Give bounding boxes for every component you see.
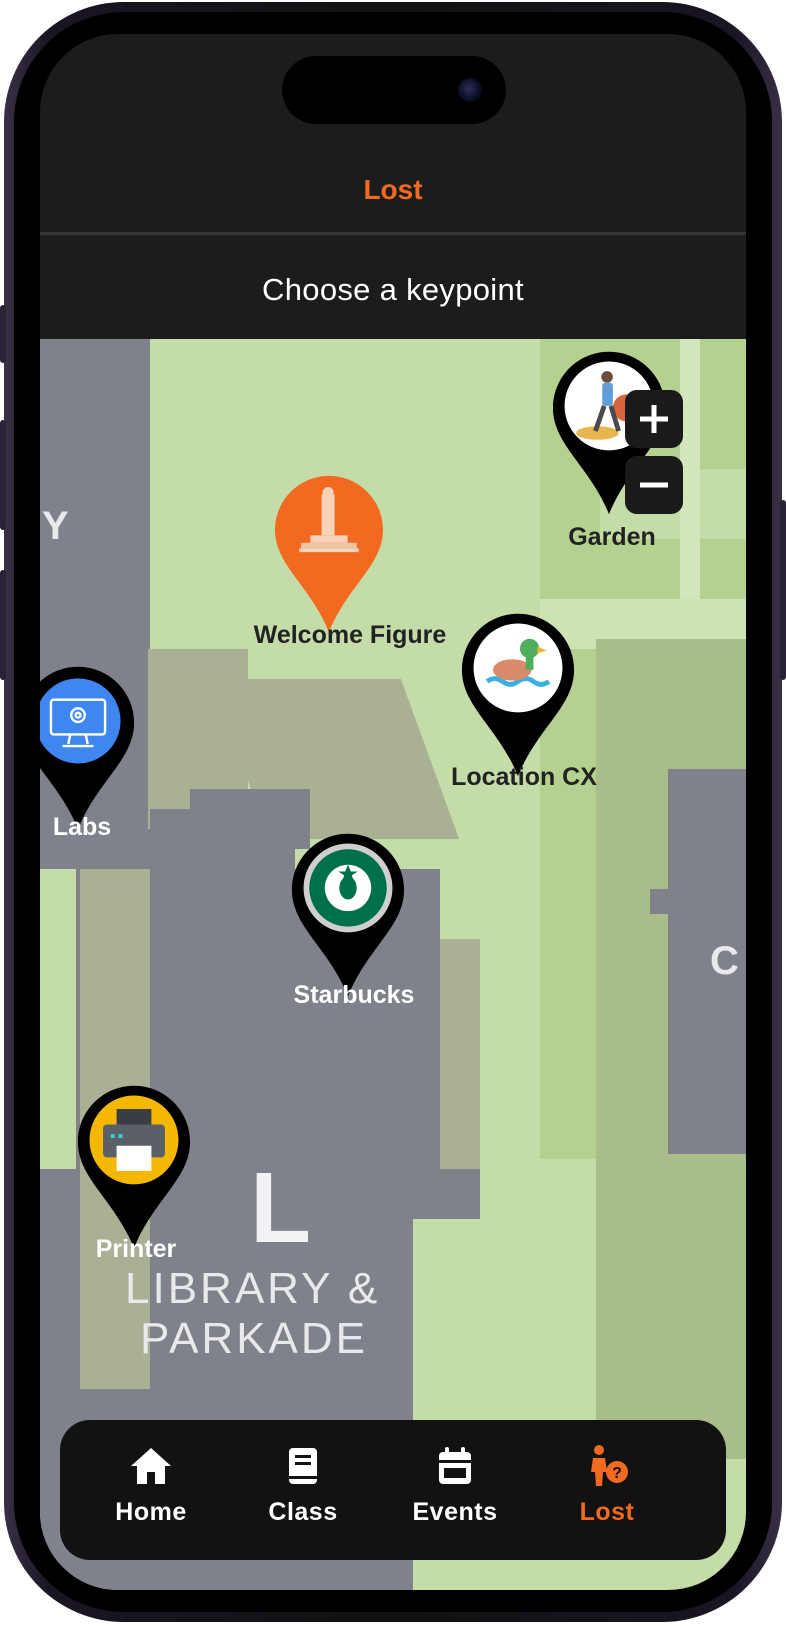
library-label-line1: LIBRARY & [125, 1264, 381, 1313]
keypoint-label-garden: Garden [568, 523, 656, 551]
tab-class-label: Class [268, 1498, 338, 1526]
action-button [0, 305, 6, 363]
zoom-in-button[interactable] [625, 390, 683, 448]
map-green-area [40, 869, 76, 1169]
header-divider [40, 232, 746, 235]
tab-home-label: Home [115, 1498, 187, 1526]
keypoint-pin-location-cx[interactable] [460, 611, 576, 779]
page-title: Lost [363, 174, 423, 205]
map-building-shade [440, 939, 480, 1169]
library-label-line2: PARKADE [140, 1314, 369, 1363]
volume-up-button [0, 420, 6, 530]
minus-icon [640, 482, 668, 488]
map-building [440, 1169, 480, 1219]
tab-lost-label: Lost [579, 1498, 635, 1526]
building-label-partial: C [710, 939, 739, 983]
zoom-out-button[interactable] [625, 456, 683, 514]
building-label-partial: Y [42, 504, 69, 548]
svg-text:?: ? [612, 1465, 622, 1482]
screen: Lost Choose a keypoint Y C L LIBRARY & P… [40, 34, 746, 1590]
dynamic-island [282, 56, 506, 124]
page-subtitle: Choose a keypoint [262, 272, 524, 307]
map-building [650, 889, 680, 914]
front-camera [458, 78, 482, 102]
keypoint-label-printer: Printer [95, 1235, 177, 1263]
plus-icon [640, 405, 668, 433]
volume-down-button [0, 570, 6, 680]
campus-map[interactable]: Y C L LIBRARY & PARKADE Welcome Figure G… [40, 339, 746, 1590]
keypoint-label-welcome-figure: Welcome Figure [253, 621, 447, 649]
tab-events[interactable]: Events [395, 1442, 515, 1542]
keypoint-pin-labs[interactable] [40, 664, 136, 832]
bottom-tab-bar: Home Class Events ? Lost [60, 1420, 726, 1560]
calendar-icon [439, 1447, 471, 1484]
tab-events-label: Events [412, 1498, 498, 1526]
keypoint-pin-starbucks[interactable] [290, 831, 406, 999]
library-letter: L [250, 1152, 312, 1264]
keypoint-label-labs: Labs [52, 813, 112, 841]
tab-home[interactable]: Home [91, 1442, 211, 1542]
keypoint-pin-welcome-figure[interactable] [273, 474, 385, 634]
tab-lost[interactable]: ? Lost [547, 1442, 667, 1542]
keypoint-label-location-cx: Location CX [451, 763, 597, 791]
home-icon [131, 1448, 171, 1484]
keypoint-pin-printer[interactable] [76, 1083, 192, 1251]
book-icon [289, 1448, 317, 1484]
tab-class[interactable]: Class [243, 1442, 363, 1542]
starbucks-logo-icon [309, 849, 387, 927]
map-building [120, 1574, 410, 1590]
keypoint-label-starbucks: Starbucks [293, 981, 415, 1009]
lost-person-icon: ? [591, 1445, 628, 1486]
power-button [780, 500, 786, 680]
map-path [680, 339, 700, 599]
